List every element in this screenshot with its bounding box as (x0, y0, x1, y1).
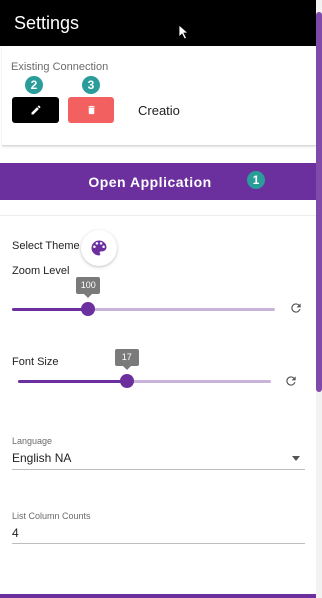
list-column-counts-label: List Column Counts (12, 511, 91, 521)
app-header: Settings (0, 0, 322, 46)
pencil-icon (31, 105, 41, 115)
scrollbar-thumb[interactable] (316, 12, 322, 392)
step-badge-edit: 2 (25, 76, 43, 94)
divider (0, 215, 316, 216)
zoom-value-tooltip: 100 (76, 277, 101, 298)
font-size-label: Font Size (12, 356, 59, 368)
existing-connection-label: Existing Connection (11, 61, 109, 73)
zoom-slider-thumb[interactable] (81, 302, 96, 316)
bottom-accent-bar (0, 594, 316, 598)
open-application-label: Open Application (88, 173, 212, 190)
font-size-value-tooltip: 17 (114, 349, 139, 370)
trash-icon (87, 105, 95, 115)
font-size-slider[interactable] (18, 374, 271, 388)
zoom-level-label: Zoom Level (12, 265, 70, 277)
step-badge-delete: 3 (82, 76, 100, 94)
zoom-slider-fill (12, 308, 89, 311)
palette-icon (91, 240, 107, 256)
refresh-icon[interactable] (284, 374, 298, 388)
page-title: Settings (14, 13, 80, 33)
step-badge-open: 1 (247, 171, 265, 189)
zoom-slider[interactable] (12, 302, 275, 316)
connection-name: Creatio (138, 103, 180, 118)
select-theme-label: Select Theme (12, 240, 80, 252)
chevron-down-icon (292, 456, 300, 461)
delete-connection-button[interactable] (68, 97, 114, 123)
edit-connection-button[interactable] (12, 97, 59, 123)
cursor-icon (178, 24, 190, 40)
scrollbar[interactable] (316, 0, 322, 598)
list-column-counts-input[interactable]: 4 (12, 524, 305, 544)
open-application-button[interactable]: Open Application (0, 163, 316, 200)
refresh-icon[interactable] (289, 301, 303, 315)
select-theme-button[interactable] (81, 230, 117, 266)
language-value: English NA (12, 451, 72, 465)
font-size-slider-fill (18, 380, 127, 383)
language-label: Language (12, 436, 53, 446)
font-size-slider-thumb[interactable] (119, 374, 134, 388)
